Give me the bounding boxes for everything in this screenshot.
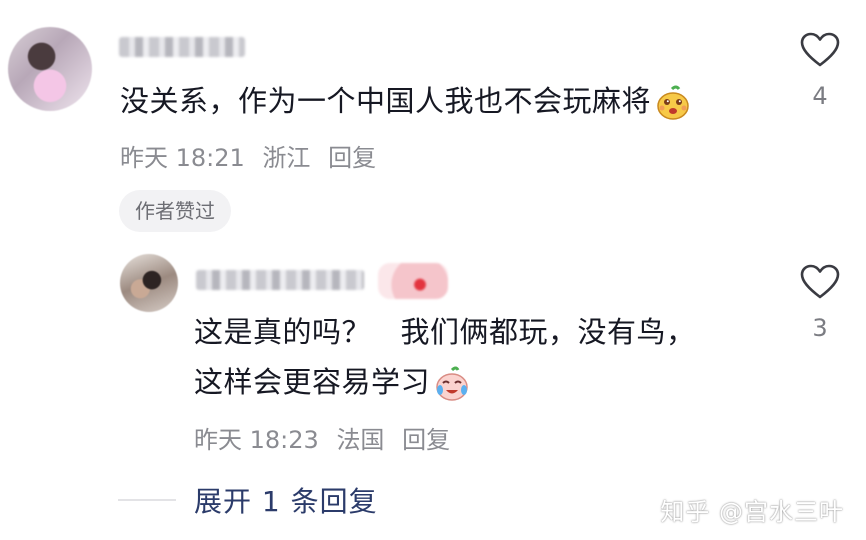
reply-button[interactable]: 回复 <box>402 426 450 454</box>
watermark: 知乎 @宫水三叶 <box>660 498 844 526</box>
expand-replies-button[interactable]: 展开 1 条回复 <box>118 478 378 522</box>
user-badge-blurred <box>378 263 448 299</box>
reply-meta: 昨天 18:23 法国 回复 <box>194 420 460 455</box>
avatar[interactable] <box>120 254 178 312</box>
author-liked-badge: 作者赞过 <box>119 190 231 232</box>
crying-laughing-emoji-icon <box>434 366 470 402</box>
heart-icon <box>800 264 840 299</box>
comment-time: 昨天 18:21 <box>120 144 245 172</box>
comment-location: 浙江 <box>262 144 311 172</box>
comment-thread: 没关系，作为一个中国人我也不会玩麻将 昨天 18:21 浙江 回复 作者赞过 4 <box>0 0 866 540</box>
reply-location: 法国 <box>336 426 385 454</box>
like-button[interactable]: 4 <box>796 32 844 110</box>
comment-meta: 昨天 18:21 浙江 回复 <box>120 138 386 173</box>
username-blurred[interactable] <box>119 37 245 57</box>
reply-time: 昨天 18:23 <box>194 426 319 454</box>
like-count: 3 <box>812 314 828 342</box>
heart-icon <box>800 32 840 67</box>
avatar[interactable] <box>8 27 92 111</box>
reply-text-line: 这样会更容易学习 <box>194 357 470 407</box>
like-button[interactable]: 3 <box>796 264 844 342</box>
reply-text-line: 这是真的吗？ 我们俩都玩，没有鸟， <box>194 315 696 349</box>
expand-replies-label: 展开 1 条回复 <box>194 485 378 518</box>
comment-text: 没关系，作为一个中国人我也不会玩麻将 <box>120 76 691 126</box>
divider <box>118 499 176 501</box>
reply-button[interactable]: 回复 <box>328 144 376 172</box>
username-blurred[interactable] <box>196 270 364 290</box>
yellow-face-emoji-icon <box>655 85 691 121</box>
like-count: 4 <box>812 82 828 110</box>
